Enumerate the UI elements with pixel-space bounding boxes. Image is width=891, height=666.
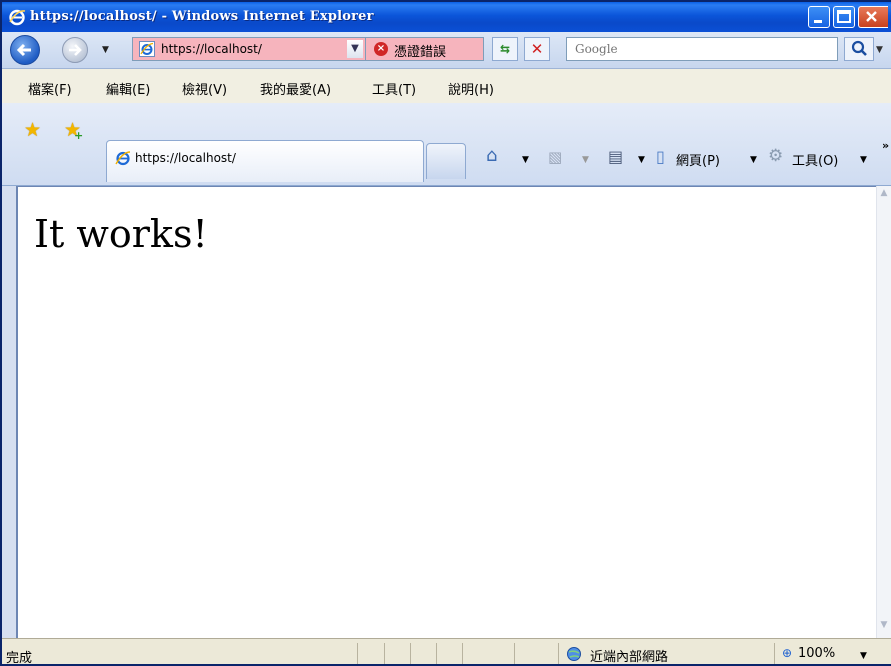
tools-menu-button[interactable]: 工具(O) <box>792 150 838 169</box>
maximize-button[interactable] <box>833 6 855 28</box>
status-divider <box>774 643 775 664</box>
local-intranet-icon <box>567 647 581 661</box>
ie-logo-icon <box>115 151 131 166</box>
feeds-dropdown-icon[interactable]: ▼ <box>582 155 589 165</box>
vertical-scrollbar[interactable]: ▲ ▼ <box>876 186 891 638</box>
status-divider <box>410 643 411 664</box>
search-input[interactable] <box>573 41 827 57</box>
scroll-up-icon[interactable]: ▲ <box>877 188 891 204</box>
tab-localhost[interactable]: https://localhost/ <box>106 140 424 182</box>
zoom-icon[interactable]: ⊕ <box>782 646 792 660</box>
stop-icon: ✕ <box>530 40 544 58</box>
status-divider <box>558 643 559 664</box>
zoom-level[interactable]: 100% <box>798 646 835 661</box>
search-options-dropdown-icon[interactable]: ▼ <box>876 45 883 55</box>
address-dropdown-icon[interactable]: ▼ <box>347 40 363 58</box>
status-divider <box>462 643 463 664</box>
status-divider <box>384 643 385 664</box>
add-plus-icon: + <box>74 129 84 142</box>
print-icon[interactable]: ▤ <box>608 147 623 166</box>
favorites-tab-bar: ★ ★ + https://localhost/ ⌂ ▼ ▧ ▼ ▤ ▼ ▯ 網… <box>2 103 891 186</box>
print-dropdown-icon[interactable]: ▼ <box>638 155 645 165</box>
page-icon: ▯ <box>656 147 665 166</box>
page-dropdown-icon[interactable]: ▼ <box>750 155 757 165</box>
stop-button[interactable]: ✕ <box>524 37 550 61</box>
forward-arrow-icon <box>69 44 82 56</box>
address-bar[interactable]: https://localhost/ ▼ <box>132 37 366 61</box>
status-divider <box>357 643 358 664</box>
maximize-icon <box>837 10 851 23</box>
error-shield-icon: × <box>374 42 388 56</box>
menu-file[interactable]: 檔案(F) <box>28 79 72 98</box>
browser-window: https://localhost/ - Windows Internet Ex… <box>0 0 891 666</box>
status-text: 完成 <box>6 651 33 666</box>
menu-help[interactable]: 說明(H) <box>448 79 494 98</box>
tab-label: https://localhost/ <box>135 151 236 165</box>
more-commands-chevron-icon[interactable]: » <box>882 139 889 152</box>
page-content: It works! <box>16 186 876 638</box>
status-bar: 完成 近端內部網路 ⊕ 100% ▼ <box>2 638 891 666</box>
home-icon[interactable]: ⌂ <box>486 145 497 166</box>
minimize-button[interactable] <box>808 6 830 28</box>
search-icon <box>851 40 867 56</box>
refresh-icon: ⇆ <box>499 42 511 56</box>
address-text: https://localhost/ <box>161 42 262 56</box>
left-frame <box>2 186 16 638</box>
menu-edit[interactable]: 編輯(E) <box>106 79 150 98</box>
home-dropdown-icon[interactable]: ▼ <box>522 155 529 165</box>
status-divider <box>514 643 515 664</box>
scroll-down-icon[interactable]: ▼ <box>877 620 891 636</box>
minimize-icon <box>814 20 822 23</box>
certificate-error-label: 憑證錯誤 <box>394 45 447 60</box>
status-divider <box>436 643 437 664</box>
forward-button[interactable] <box>62 37 88 63</box>
zoom-dropdown-icon[interactable]: ▼ <box>860 651 867 661</box>
new-tab-button[interactable] <box>426 143 466 179</box>
feeds-icon[interactable]: ▧ <box>548 148 562 166</box>
ie-logo-icon <box>9 9 26 26</box>
page-heading: It works! <box>34 212 208 256</box>
menu-bar: 檔案(F) 編輯(E) 檢視(V) 我的最愛(A) 工具(T) 說明(H) <box>2 69 891 104</box>
back-button[interactable] <box>10 35 40 65</box>
refresh-button[interactable]: ⇆ <box>492 37 518 61</box>
back-arrow-icon <box>16 43 31 57</box>
window-title: https://localhost/ - Windows Internet Ex… <box>30 9 374 24</box>
navigation-bar: ▼ https://localhost/ ▼ × 憑證錯誤 ⇆ ✕ ▼ <box>2 32 891 69</box>
recent-pages-dropdown-icon[interactable]: ▼ <box>102 45 109 55</box>
close-button[interactable] <box>858 6 888 28</box>
favorites-star-icon[interactable]: ★ <box>24 119 41 141</box>
certificate-error-button[interactable]: × 憑證錯誤 <box>366 37 484 61</box>
tools-dropdown-icon[interactable]: ▼ <box>860 155 867 165</box>
menu-favorites[interactable]: 我的最愛(A) <box>260 79 331 98</box>
menu-tools[interactable]: 工具(T) <box>372 79 416 98</box>
menu-view[interactable]: 檢視(V) <box>182 79 227 98</box>
gear-icon: ⚙ <box>768 146 784 166</box>
page-menu-button[interactable]: 網頁(P) <box>676 150 720 169</box>
search-box[interactable] <box>566 37 838 61</box>
search-button[interactable] <box>844 37 874 61</box>
security-zone-text: 近端內部網路 <box>590 650 669 665</box>
close-icon <box>866 11 877 22</box>
title-bar[interactable]: https://localhost/ - Windows Internet Ex… <box>2 2 891 32</box>
ie-page-icon <box>139 41 155 57</box>
